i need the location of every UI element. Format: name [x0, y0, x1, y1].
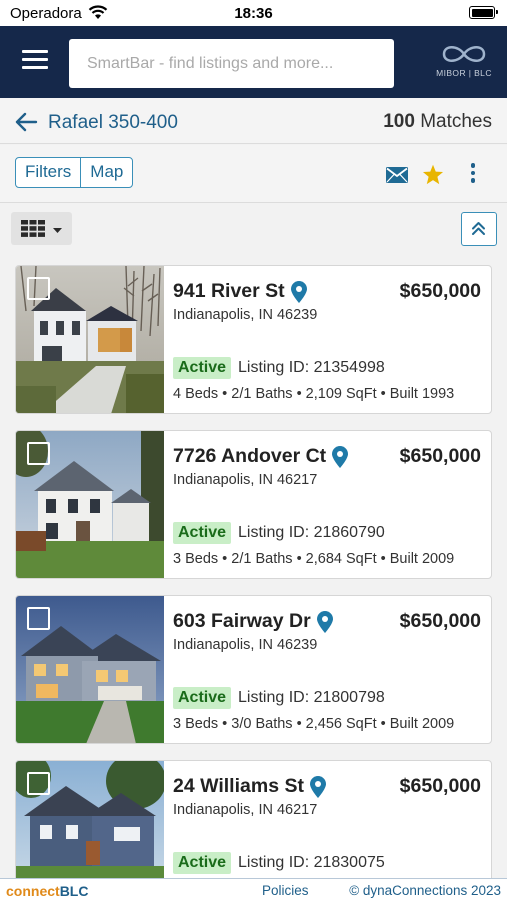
more-dot-icon: [470, 178, 476, 183]
map-pin-icon[interactable]: [309, 775, 326, 798]
listing-details: 3 Beds • 2/1 Baths • 2,684 SqFt • Built …: [173, 551, 455, 567]
address-text: 24 Williams St: [173, 775, 304, 797]
star-icon[interactable]: [422, 164, 444, 185]
filters-button[interactable]: Filters: [16, 158, 80, 187]
listing-price: $650,000: [399, 610, 481, 632]
mibor-blc-logo: MIBOR | BLC: [430, 40, 498, 84]
infinity-logo-icon: [442, 46, 486, 62]
clock-label: 18:36: [234, 5, 273, 22]
status-badge: Active: [173, 522, 232, 544]
smartbar-input[interactable]: [87, 54, 376, 73]
listing-photo: [16, 266, 164, 413]
menu-bar-icon: [22, 58, 48, 61]
listing-photo: [16, 596, 164, 743]
policies-link[interactable]: Policies: [262, 883, 309, 898]
results-toolbar: Filters Map: [0, 145, 507, 203]
double-chevron-up-icon: [472, 222, 485, 235]
listing-price: $650,000: [399, 445, 481, 467]
copyright-text: © dynaConnections 2023: [349, 883, 501, 898]
listing-city: Indianapolis, IN 46239: [173, 637, 318, 653]
view-segmented-control: Filters Map: [15, 157, 134, 188]
menu-bar-icon: [22, 66, 48, 69]
listing-id: Listing ID: 21354998: [238, 359, 385, 376]
listing-city: Indianapolis, IN 46217: [173, 802, 318, 818]
listing-address: 24 Williams St: [173, 775, 326, 798]
listing-id: Listing ID: 21860790: [238, 524, 385, 541]
listing-card[interactable]: 603 Fairway Dr $650,000 Indianapolis, IN…: [15, 595, 492, 744]
match-count: 100 Matches: [383, 111, 492, 133]
map-pin-icon[interactable]: [316, 610, 333, 633]
listing-city: Indianapolis, IN 46217: [173, 472, 318, 488]
hamburger-menu-button[interactable]: [22, 50, 48, 72]
listing-address: 941 River St: [173, 280, 307, 303]
listing-address: 7726 Andover Ct: [173, 445, 349, 468]
status-bar: Operadora 18:36: [0, 0, 507, 26]
select-checkbox[interactable]: [27, 772, 50, 795]
map-pin-icon[interactable]: [290, 280, 307, 303]
back-arrow-icon[interactable]: [14, 112, 38, 132]
listing-card[interactable]: 941 River St $650,000 Indianapolis, IN 4…: [15, 265, 492, 414]
brand-part-blc: BLC: [59, 883, 89, 899]
listing-photo: [16, 431, 164, 578]
map-pin-icon[interactable]: [332, 445, 349, 468]
map-button[interactable]: Map: [80, 158, 132, 187]
listing-city: Indianapolis, IN 46239: [173, 307, 318, 323]
listing-details: 3 Beds • 3/0 Baths • 2,456 SqFt • Built …: [173, 716, 455, 732]
collapse-button[interactable]: [461, 212, 497, 246]
listing-details: 4 Beds • 2/1 Baths • 2,109 SqFt • Built …: [173, 386, 455, 402]
app-header: MIBOR | BLC: [0, 26, 507, 98]
select-checkbox[interactable]: [27, 442, 50, 465]
listing-results: 941 River St $650,000 Indianapolis, IN 4…: [15, 265, 493, 900]
address-text: 603 Fairway Dr: [173, 610, 311, 632]
status-badge: Active: [173, 357, 232, 379]
more-dot-icon: [470, 163, 476, 168]
grid-view-dropdown[interactable]: [11, 212, 72, 245]
select-checkbox[interactable]: [27, 607, 50, 630]
search-title-bar: Rafael 350-400 100 Matches: [0, 98, 507, 144]
listing-id: Listing ID: 21800798: [238, 689, 385, 706]
logo-text: MIBOR | BLC: [436, 68, 492, 78]
address-text: 7726 Andover Ct: [173, 445, 327, 467]
listing-card[interactable]: 7726 Andover Ct $650,000 Indianapolis, I…: [15, 430, 492, 579]
grid-icon: [21, 220, 62, 237]
connectblc-brand: connectBLC: [6, 883, 88, 899]
address-text: 941 River St: [173, 280, 285, 302]
status-badge: Active: [173, 687, 232, 709]
battery-icon: [469, 6, 498, 19]
select-checkbox[interactable]: [27, 277, 50, 300]
match-count-label: Matches: [420, 111, 492, 132]
mail-icon[interactable]: [386, 167, 408, 183]
more-options-icon[interactable]: [469, 163, 477, 186]
app-footer: connectBLC Policies © dynaConnections 20…: [0, 878, 507, 900]
brand-part-connect: connect: [6, 883, 60, 899]
listing-address: 603 Fairway Dr: [173, 610, 333, 633]
listing-price: $650,000: [399, 775, 481, 797]
saved-search-title: Rafael 350-400: [48, 112, 178, 133]
menu-bar-icon: [22, 50, 48, 53]
match-count-number: 100: [383, 111, 415, 132]
status-badge: Active: [173, 852, 232, 874]
listing-price: $650,000: [399, 280, 481, 302]
more-dot-icon: [470, 170, 476, 175]
smartbar-search[interactable]: [69, 39, 394, 88]
listing-id: Listing ID: 21830075: [238, 854, 385, 871]
